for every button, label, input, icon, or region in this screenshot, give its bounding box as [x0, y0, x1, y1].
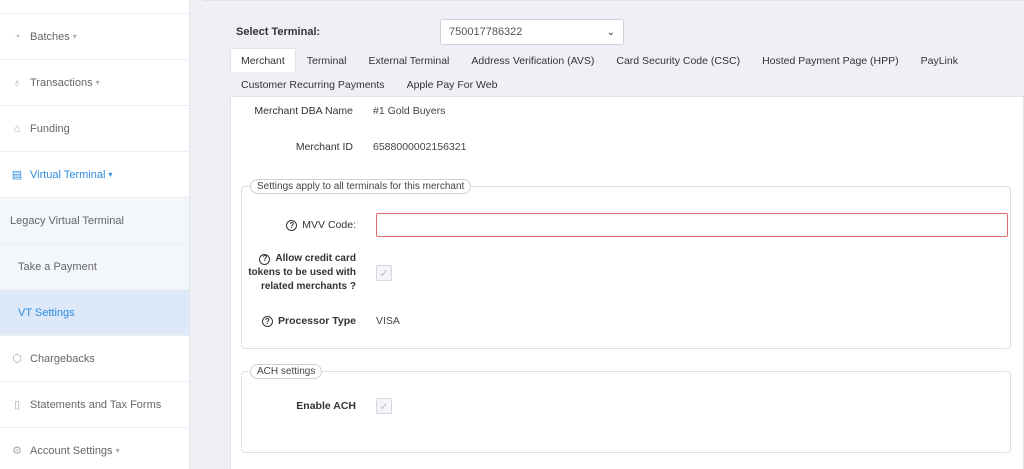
tab-apple-pay[interactable]: Apple Pay For Web: [396, 72, 509, 96]
enable-ach-row: Enable ACH ✓: [242, 398, 392, 414]
sidebar-item-label: VT Settings: [18, 306, 75, 319]
sidebar-item-label: Legacy Virtual Terminal: [10, 214, 124, 227]
tab-avs[interactable]: Address Verification (AVS): [460, 48, 605, 72]
tab-terminal[interactable]: Terminal: [296, 48, 358, 72]
tab-csc[interactable]: Card Security Code (CSC): [605, 48, 751, 72]
ach-fieldset: ACH settings Enable ACH ✓: [241, 364, 1011, 453]
help-icon[interactable]: ?: [259, 253, 271, 265]
ach-legend: ACH settings: [250, 364, 323, 379]
chevron-down-icon: ▾: [95, 78, 100, 87]
merchant-id-row: Merchant ID 6588000002156321: [231, 141, 467, 153]
mvv-label-wrap: ? MVV Code:: [242, 219, 356, 231]
allow-tokens-label: ? Allow credit card tokens to be used wit…: [242, 252, 356, 294]
dashboard-icon: ◔: [13, 30, 21, 43]
mvv-code-input[interactable]: [376, 213, 1008, 237]
merchant-dba-value: #1 Gold Buyers: [373, 105, 446, 117]
tab-merchant[interactable]: Merchant: [230, 48, 296, 72]
tab-hpp[interactable]: Hosted Payment Page (HPP): [751, 48, 910, 72]
money-bag-icon: ♁: [12, 76, 22, 89]
document-icon: ▯: [13, 399, 21, 411]
settings-legend: Settings apply to all terminals for this…: [250, 179, 472, 194]
merchant-id-label: Merchant ID: [295, 141, 353, 153]
chevron-down-icon: ▾: [72, 32, 77, 41]
sidebar-item-funding[interactable]: ⌂ Funding: [0, 106, 189, 152]
help-icon[interactable]: ?: [261, 315, 273, 327]
main-content: Select Terminal: 750017786322 ⌄ Merchant…: [203, 0, 1024, 469]
help-icon[interactable]: ?: [286, 219, 298, 231]
sidebar-item-vt-settings[interactable]: VT Settings: [0, 290, 189, 336]
tab-external-terminal[interactable]: External Terminal: [357, 48, 460, 72]
gutter: [191, 0, 203, 469]
tab-row-2: Customer Recurring Payments Apple Pay Fo…: [230, 72, 1020, 96]
terminal-label: Select Terminal:: [236, 26, 321, 38]
sidebar-item-label: Funding: [30, 122, 70, 135]
terminal-select-value: 750017786322: [449, 26, 523, 38]
terminal-select[interactable]: 750017786322 ⌄: [440, 19, 624, 45]
sidebar-item-label: Take a Payment: [18, 260, 97, 273]
terminal-selector-row: Select Terminal: 750017786322 ⌄: [236, 19, 624, 45]
enable-ach-label: Enable ACH: [296, 400, 356, 412]
processor-type-label: Processor Type: [277, 315, 356, 327]
terminal-icon: ▤: [11, 169, 23, 181]
allow-tokens-label-line3: related merchants ?: [260, 281, 356, 292]
sidebar-item-batches[interactable]: ◔ Batches ▾: [0, 14, 189, 60]
mvv-label: MVV Code:: [302, 219, 356, 231]
tab-paylink[interactable]: PayLink: [910, 48, 969, 72]
merchant-dba-row: Merchant DBA Name #1 Gold Buyers: [231, 105, 445, 117]
settings-fieldset: Settings apply to all terminals for this…: [241, 179, 1011, 349]
chevron-down-icon: ⌄: [606, 26, 615, 38]
processor-type-value: VISA: [376, 315, 400, 327]
sidebar-item-transactions[interactable]: ♁ Transactions ▾: [0, 60, 189, 106]
sidebar-item-label: Account Settings: [30, 444, 113, 457]
sidebar-item-chargebacks[interactable]: ⬡ Chargebacks: [0, 336, 189, 382]
settings-tabs: Merchant Terminal External Terminal Addr…: [230, 48, 1020, 96]
sidebar-item-label: Chargebacks: [30, 352, 95, 365]
allow-tokens-label-line2: tokens to be used with: [248, 267, 356, 278]
sidebar-item-label: Virtual Terminal: [30, 168, 106, 181]
allow-tokens-label-line1: Allow credit card: [275, 253, 356, 264]
allow-tokens-checkbox[interactable]: ✓: [376, 265, 392, 281]
sidebar-item-label: Transactions: [30, 76, 93, 89]
sidebar-item-account-settings[interactable]: ⚙ Account Settings ▾: [0, 428, 189, 469]
shield-icon: ⬡: [12, 353, 22, 365]
sidebar-item-statements[interactable]: ▯ Statements and Tax Forms: [0, 382, 189, 428]
processor-label-wrap: ? Processor Type: [242, 315, 356, 327]
processor-type-row: ? Processor Type VISA: [242, 315, 400, 327]
tab-customer-recurring-payments[interactable]: Customer Recurring Payments: [230, 72, 396, 96]
chevron-down-icon: ▾: [108, 170, 113, 179]
sidebar-item-label: Statements and Tax Forms: [30, 398, 162, 411]
mvv-row: ? MVV Code:: [242, 213, 1008, 237]
sidebar-item-label: Batches: [30, 30, 70, 43]
bank-icon: ⌂: [13, 122, 21, 135]
sidebar-item-virtual-terminal[interactable]: ▤ Virtual Terminal ▾: [0, 152, 189, 198]
allow-tokens-row: ? Allow credit card tokens to be used wit…: [242, 252, 392, 294]
merchant-id-value: 6588000002156321: [373, 141, 467, 153]
merchant-settings-panel: Merchant DBA Name #1 Gold Buyers Merchan…: [230, 96, 1024, 469]
merchant-dba-label: Merchant DBA Name: [254, 105, 353, 117]
sidebar-item-take-a-payment[interactable]: Take a Payment: [0, 244, 189, 290]
sidebar: ◔ Batches ▾ ♁ Transactions ▾ ⌂ Funding ▤…: [0, 0, 190, 469]
sidebar-item-legacy-virtual-terminal[interactable]: Legacy Virtual Terminal: [0, 198, 189, 244]
chevron-down-icon: ▾: [115, 446, 120, 455]
sidebar-top-spacer: [0, 0, 189, 14]
enable-ach-checkbox[interactable]: ✓: [376, 398, 392, 414]
tab-row-1: Merchant Terminal External Terminal Addr…: [230, 48, 1020, 72]
gear-icon: ⚙: [12, 445, 22, 457]
